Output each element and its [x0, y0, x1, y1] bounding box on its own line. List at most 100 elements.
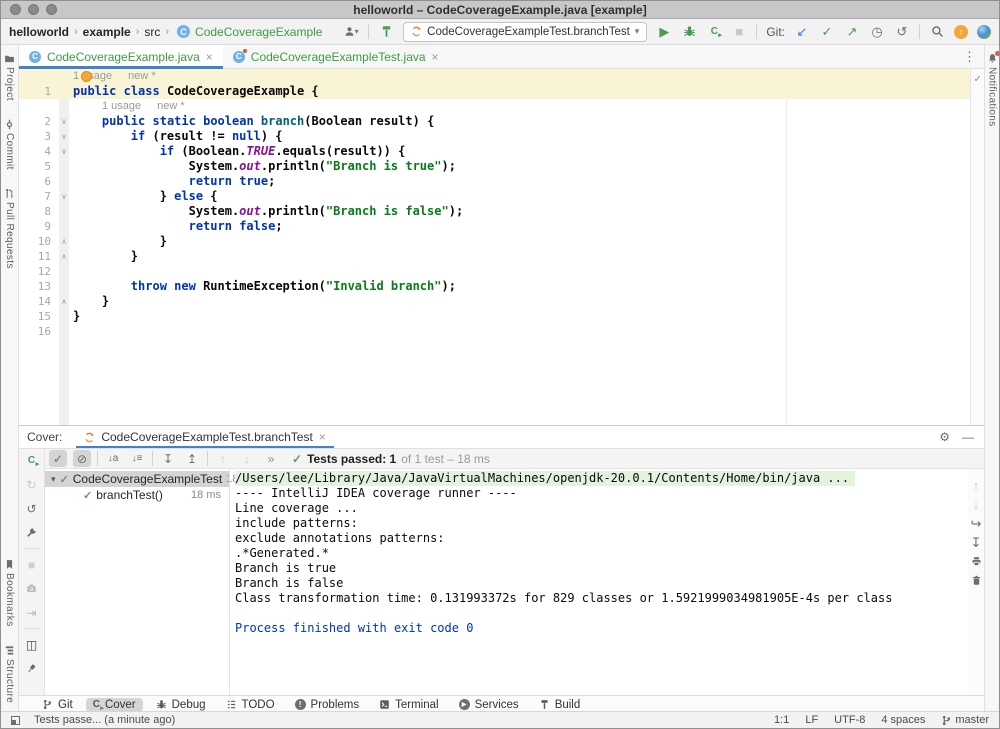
sort-by-duration-icon[interactable]: ↓≡ — [128, 450, 146, 467]
rerun-failed-tests-icon[interactable]: ↻ — [23, 476, 41, 493]
toolbar-actions: ▾ CodeCoverageExampleTest.branchTest ▾ ▶… — [343, 22, 991, 42]
fold-marker-icon[interactable]: ∨ — [59, 144, 69, 159]
git-history-button[interactable]: ◷ — [869, 23, 885, 41]
update-available-icon[interactable]: ↑ — [954, 25, 968, 39]
toolwindow-todo[interactable]: TODO — [219, 698, 282, 712]
show-ignored-icon[interactable]: ⊘ — [73, 450, 91, 467]
gutter-row: 3∨ — [19, 129, 69, 144]
show-passed-icon[interactable]: ✓ — [49, 450, 67, 467]
fold-marker-icon[interactable]: ∧ — [59, 294, 69, 309]
tab-overflow-menu-icon[interactable]: ⋮ — [955, 45, 984, 68]
toolwindow-build[interactable]: Build — [532, 698, 588, 712]
scroll-to-end-icon[interactable]: ↧ — [968, 536, 984, 549]
git-commit-button[interactable]: ✓ — [819, 23, 835, 41]
editor-scrollbar-column[interactable]: ✓ — [970, 69, 984, 425]
run-console[interactable]: /Users/lee/Library/Java/JavaVirtualMachi… — [229, 469, 968, 695]
file-encoding[interactable]: UTF-8 — [834, 714, 865, 726]
run-configuration-select[interactable]: CodeCoverageExampleTest.branchTest ▾ — [403, 22, 647, 42]
fold-marker-icon[interactable]: ∨ — [59, 189, 69, 204]
sidebar-item-bookmarks[interactable]: Bookmarks — [4, 559, 15, 627]
run-button[interactable]: ▶ — [656, 23, 672, 41]
class-icon: C — [29, 51, 41, 63]
settings-gear-icon[interactable]: ⚙ — [939, 430, 950, 444]
tab-label: CodeCoverageExampleTest.java — [251, 50, 426, 64]
breadcrumb-item-module[interactable]: example — [83, 25, 131, 39]
clear-all-icon[interactable] — [968, 574, 984, 587]
sidebar-item-pull-requests[interactable]: Pull Requests — [4, 188, 15, 269]
search-everywhere-button[interactable] — [929, 23, 945, 41]
toggle-auto-test-icon[interactable]: ↺ — [23, 500, 41, 517]
rerun-coverage-button[interactable]: C — [23, 452, 41, 469]
indent-style[interactable]: 4 spaces — [881, 714, 925, 726]
close-tab-icon[interactable]: × — [319, 430, 326, 444]
soft-wrap-icon[interactable]: ↪ — [968, 517, 984, 530]
intention-bulb-icon[interactable] — [81, 71, 92, 82]
profile-dropdown-button[interactable]: ▾ — [343, 23, 359, 41]
stop-button[interactable]: ■ — [731, 23, 747, 41]
sidebar-item-commit[interactable]: Commit — [4, 119, 15, 170]
minimize-panel-icon[interactable]: — — [962, 430, 974, 444]
close-tab-icon[interactable]: × — [206, 50, 213, 64]
up-the-stack-trace-icon[interactable]: ↑ — [968, 479, 984, 492]
previous-occurrence-icon[interactable]: ↑ — [214, 450, 232, 467]
code-line: } — [69, 309, 970, 324]
status-message[interactable]: Tests passe... (a minute ago) — [34, 714, 175, 726]
test-tree-row[interactable]: ✓branchTest()18 ms — [45, 487, 229, 503]
fold-marker-icon[interactable]: ∨ — [59, 114, 69, 129]
down-the-stack-trace-icon[interactable]: ↓ — [968, 498, 984, 511]
debug-button[interactable] — [681, 23, 697, 41]
toolwindow-problems[interactable]: ! Problems — [288, 698, 367, 712]
sort-alphabetically-icon[interactable]: ↓a — [104, 450, 122, 467]
pin-tab-icon[interactable] — [23, 660, 41, 677]
test-tree[interactable]: ▾✓CodeCoverageExampleTest18ms✓branchTest… — [45, 469, 229, 695]
caret-position[interactable]: 1:1 — [774, 714, 789, 726]
git-update-button[interactable]: ↙ — [794, 23, 810, 41]
vcs-status-hint[interactable]: new * — [128, 69, 156, 84]
fold-marker-icon[interactable]: ∧ — [59, 234, 69, 249]
fold-marker-icon[interactable]: ∧ — [59, 249, 69, 264]
cover-tab[interactable]: CodeCoverageExampleTest.branchTest × — [76, 426, 333, 448]
code-editor[interactable]: 12∨3∨4∨567∨8910∧11∧121314∧1516 1 usagene… — [19, 69, 984, 425]
toolwindow-git[interactable]: Git — [35, 698, 80, 712]
git-branch-widget[interactable]: master — [941, 714, 989, 726]
breadcrumb-item-src[interactable]: src — [144, 25, 160, 39]
more-actions-icon[interactable]: » — [262, 450, 280, 467]
test-tree-row[interactable]: ▾✓CodeCoverageExampleTest18ms — [45, 471, 229, 487]
toolwindow-cover[interactable]: C Cover — [86, 698, 143, 712]
inspections-ok-icon[interactable]: ✓ — [974, 72, 981, 85]
next-occurrence-icon[interactable]: ↓ — [238, 450, 256, 467]
toolwindow-services[interactable]: ▶ Services — [452, 698, 526, 712]
fold-marker-icon[interactable]: ∨ — [59, 129, 69, 144]
print-icon[interactable] — [968, 555, 984, 568]
git-rollback-button[interactable]: ↺ — [894, 23, 910, 41]
toolwindow-terminal[interactable]: Terminal — [372, 698, 445, 712]
run-with-coverage-button[interactable]: C — [706, 23, 722, 41]
test-settings-wrench-icon[interactable] — [23, 524, 41, 541]
code-pane[interactable]: 1 usagenew *public class CodeCoverageExa… — [69, 69, 970, 425]
line-separator[interactable]: LF — [805, 714, 818, 726]
tab-codecoverageexample[interactable]: C CodeCoverageExample.java × — [19, 45, 223, 68]
build-hammer-button[interactable] — [378, 23, 394, 41]
expand-all-icon[interactable]: ↧ — [159, 450, 177, 467]
close-tab-icon[interactable]: × — [432, 50, 439, 64]
stop-process-icon[interactable]: ■ — [23, 556, 41, 573]
toolwindow-debug[interactable]: Debug — [149, 698, 213, 712]
thread-dump-camera-icon[interactable] — [23, 580, 41, 597]
sidebar-item-structure[interactable]: Structure — [4, 645, 15, 703]
sidebar-item-project[interactable]: Project — [4, 53, 15, 101]
toolwindow-toggle-icon[interactable] — [11, 716, 20, 725]
git-push-button[interactable]: ↗ — [844, 23, 860, 41]
tree-chevron-icon[interactable]: ▾ — [51, 474, 56, 485]
breadcrumb-item-class[interactable]: CodeCoverageExample — [195, 25, 322, 39]
usages-hint[interactable]: 1 usage — [102, 99, 141, 114]
tab-codecoverageexampletest[interactable]: C CodeCoverageExampleTest.java × — [223, 45, 449, 68]
layout-settings-icon[interactable]: ◫ — [23, 636, 41, 653]
breadcrumb-item-project[interactable]: helloworld — [9, 25, 69, 39]
usages-hint[interactable]: 1 usage — [73, 69, 112, 84]
sidebar-item-notifications[interactable]: Notifications — [987, 53, 998, 127]
import-test-results-icon[interactable]: ⇥ — [23, 604, 41, 621]
code-with-me-icon[interactable] — [977, 25, 991, 39]
collapse-all-icon[interactable]: ↥ — [183, 450, 201, 467]
toolbar-divider — [24, 628, 40, 629]
vcs-status-hint[interactable]: new * — [157, 99, 185, 114]
